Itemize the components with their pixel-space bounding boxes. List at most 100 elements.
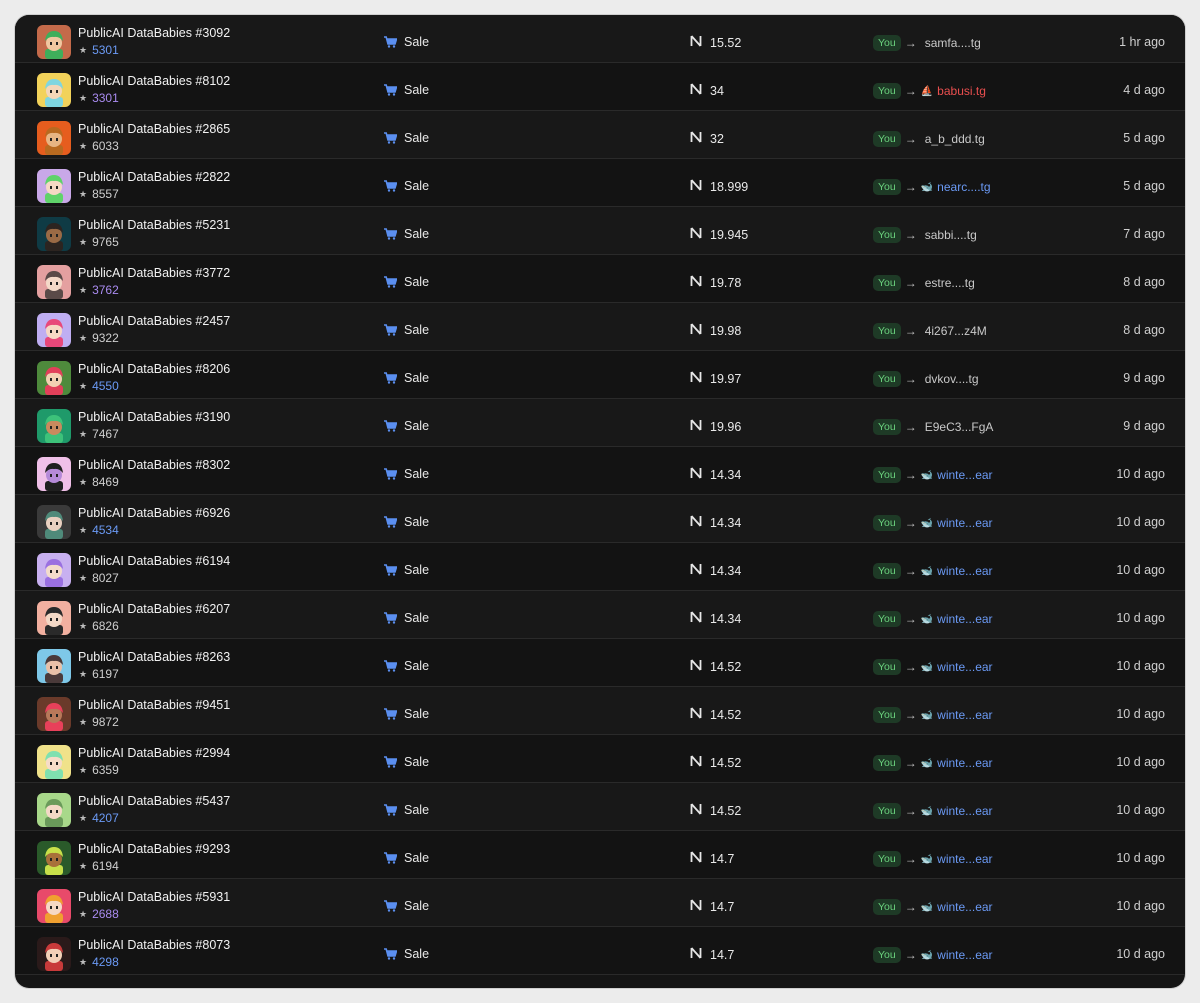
nft-thumbnail[interactable] — [37, 745, 71, 779]
from-badge[interactable]: You — [873, 707, 901, 723]
to-account-link[interactable]: winte...ear — [937, 948, 992, 962]
nft-name[interactable]: PublicAI DataBabies #6207 — [78, 602, 230, 616]
table-row[interactable]: PublicAI DataBabies #5231 ★ 9765 Sale 19… — [15, 207, 1185, 255]
nft-name[interactable]: PublicAI DataBabies #3092 — [78, 26, 230, 40]
from-badge[interactable]: You — [873, 227, 901, 243]
nft-thumbnail[interactable] — [37, 553, 71, 587]
nft-name[interactable]: PublicAI DataBabies #2865 — [78, 122, 230, 136]
nft-name[interactable]: PublicAI DataBabies #2994 — [78, 746, 230, 760]
nft-thumbnail[interactable] — [37, 697, 71, 731]
to-account-link[interactable]: winte...ear — [937, 468, 992, 482]
table-row[interactable]: PublicAI DataBabies #2457 ★ 9322 Sale 19… — [15, 303, 1185, 351]
to-account-link[interactable]: dvkov....tg — [925, 372, 979, 386]
to-account-link[interactable]: babusi.tg — [937, 84, 986, 98]
nft-name[interactable]: PublicAI DataBabies #9293 — [78, 842, 230, 856]
nft-thumbnail[interactable] — [37, 313, 71, 347]
table-row[interactable]: PublicAI DataBabies #5931 ★ 2688 Sale 14… — [15, 879, 1185, 927]
nft-thumbnail[interactable] — [37, 457, 71, 491]
table-row[interactable]: PublicAI DataBabies #9451 ★ 9872 Sale 14… — [15, 687, 1185, 735]
to-account-link[interactable]: winte...ear — [937, 612, 992, 626]
to-account-link[interactable]: winte...ear — [937, 756, 992, 770]
to-account-link[interactable]: 4i267...z4M — [925, 324, 987, 338]
from-badge[interactable]: You — [873, 659, 901, 675]
from-badge[interactable]: You — [873, 35, 901, 51]
table-row[interactable]: PublicAI DataBabies #6194 ★ 8027 Sale 14… — [15, 543, 1185, 591]
nft-thumbnail[interactable] — [37, 73, 71, 107]
to-account-link[interactable]: winte...ear — [937, 564, 992, 578]
nft-name[interactable]: PublicAI DataBabies #5437 — [78, 794, 230, 808]
from-badge[interactable]: You — [873, 515, 901, 531]
table-row[interactable]: PublicAI DataBabies #6926 ★ 4534 Sale 14… — [15, 495, 1185, 543]
from-badge[interactable]: You — [873, 83, 901, 99]
nft-name[interactable]: PublicAI DataBabies #3190 — [78, 410, 230, 424]
from-badge[interactable]: You — [873, 947, 901, 963]
to-account-link[interactable]: estre....tg — [925, 276, 975, 290]
nft-name[interactable]: PublicAI DataBabies #2457 — [78, 314, 230, 328]
nft-name[interactable]: PublicAI DataBabies #6926 — [78, 506, 230, 520]
table-row[interactable]: PublicAI DataBabies #2822 ★ 8557 Sale 18… — [15, 159, 1185, 207]
nft-name[interactable]: PublicAI DataBabies #8302 — [78, 458, 230, 472]
to-account-link[interactable]: winte...ear — [937, 852, 992, 866]
nft-name[interactable]: PublicAI DataBabies #8206 — [78, 362, 230, 376]
table-row[interactable]: PublicAI DataBabies #8263 ★ 6197 Sale 14… — [15, 639, 1185, 687]
nft-thumbnail[interactable] — [37, 217, 71, 251]
table-row[interactable]: PublicAI DataBabies #8206 ★ 4550 Sale 19… — [15, 351, 1185, 399]
from-badge[interactable]: You — [873, 803, 901, 819]
from-badge[interactable]: You — [873, 275, 901, 291]
table-row[interactable]: PublicAI DataBabies #3092 ★ 5301 Sale 15… — [15, 15, 1185, 63]
nft-name[interactable]: PublicAI DataBabies #8263 — [78, 650, 230, 664]
table-row[interactable]: PublicAI DataBabies #2865 ★ 6033 Sale 32… — [15, 111, 1185, 159]
from-badge[interactable]: You — [873, 467, 901, 483]
nft-thumbnail[interactable] — [37, 121, 71, 155]
nft-thumbnail[interactable] — [37, 793, 71, 827]
from-badge[interactable]: You — [873, 323, 901, 339]
to-account-link[interactable]: winte...ear — [937, 516, 992, 530]
nft-name[interactable]: PublicAI DataBabies #3772 — [78, 266, 230, 280]
nft-thumbnail[interactable] — [37, 361, 71, 395]
nft-name[interactable]: PublicAI DataBabies #5231 — [78, 218, 230, 232]
table-row[interactable]: PublicAI DataBabies #8102 ★ 3301 Sale 34… — [15, 63, 1185, 111]
nft-name[interactable]: PublicAI DataBabies #8102 — [78, 74, 230, 88]
nft-thumbnail[interactable] — [37, 265, 71, 299]
from-badge[interactable]: You — [873, 371, 901, 387]
to-account-link[interactable]: E9eC3...FgA — [925, 420, 994, 434]
table-row[interactable]: PublicAI DataBabies #3772 ★ 3762 Sale 19… — [15, 255, 1185, 303]
to-account-link[interactable]: winte...ear — [937, 900, 992, 914]
from-badge[interactable]: You — [873, 611, 901, 627]
nft-thumbnail[interactable] — [37, 841, 71, 875]
to-account-link[interactable]: a_b_ddd.tg — [925, 132, 985, 146]
from-badge[interactable]: You — [873, 899, 901, 915]
to-account-link[interactable]: sabbi....tg — [925, 228, 977, 242]
nft-name[interactable]: PublicAI DataBabies #8073 — [78, 938, 230, 952]
from-badge[interactable]: You — [873, 563, 901, 579]
to-account-link[interactable]: winte...ear — [937, 708, 992, 722]
nft-thumbnail[interactable] — [37, 409, 71, 443]
to-account-link[interactable]: winte...ear — [937, 660, 992, 674]
nft-thumbnail[interactable] — [37, 601, 71, 635]
nft-name[interactable]: PublicAI DataBabies #9451 — [78, 698, 230, 712]
nft-name[interactable]: PublicAI DataBabies #6194 — [78, 554, 230, 568]
nft-thumbnail[interactable] — [37, 649, 71, 683]
nft-thumbnail[interactable] — [37, 937, 71, 971]
to-account-link[interactable]: nearc....tg — [937, 180, 990, 194]
to-account-link[interactable]: samfa....tg — [925, 36, 981, 50]
from-badge[interactable]: You — [873, 131, 901, 147]
from-badge[interactable]: You — [873, 419, 901, 435]
table-row[interactable]: PublicAI DataBabies #9293 ★ 6194 Sale 14… — [15, 831, 1185, 879]
nft-thumbnail[interactable] — [37, 25, 71, 59]
table-row[interactable]: PublicAI DataBabies #2994 ★ 6359 Sale 14… — [15, 735, 1185, 783]
nft-thumbnail[interactable] — [37, 889, 71, 923]
nft-name[interactable]: PublicAI DataBabies #2822 — [78, 170, 230, 184]
table-row[interactable]: PublicAI DataBabies #5437 ★ 4207 Sale 14… — [15, 783, 1185, 831]
nft-thumbnail[interactable] — [37, 169, 71, 203]
table-row[interactable]: PublicAI DataBabies #3190 ★ 7467 Sale 19… — [15, 399, 1185, 447]
table-row[interactable]: PublicAI DataBabies #8302 ★ 8469 Sale 14… — [15, 447, 1185, 495]
table-row[interactable]: PublicAI DataBabies #6207 ★ 6826 Sale 14… — [15, 591, 1185, 639]
from-badge[interactable]: You — [873, 755, 901, 771]
nft-thumbnail[interactable] — [37, 505, 71, 539]
nft-name[interactable]: PublicAI DataBabies #5931 — [78, 890, 230, 904]
to-account-link[interactable]: winte...ear — [937, 804, 992, 818]
table-row[interactable]: PublicAI DataBabies #8073 ★ 4298 Sale 14… — [15, 927, 1185, 975]
from-badge[interactable]: You — [873, 179, 901, 195]
from-badge[interactable]: You — [873, 851, 901, 867]
